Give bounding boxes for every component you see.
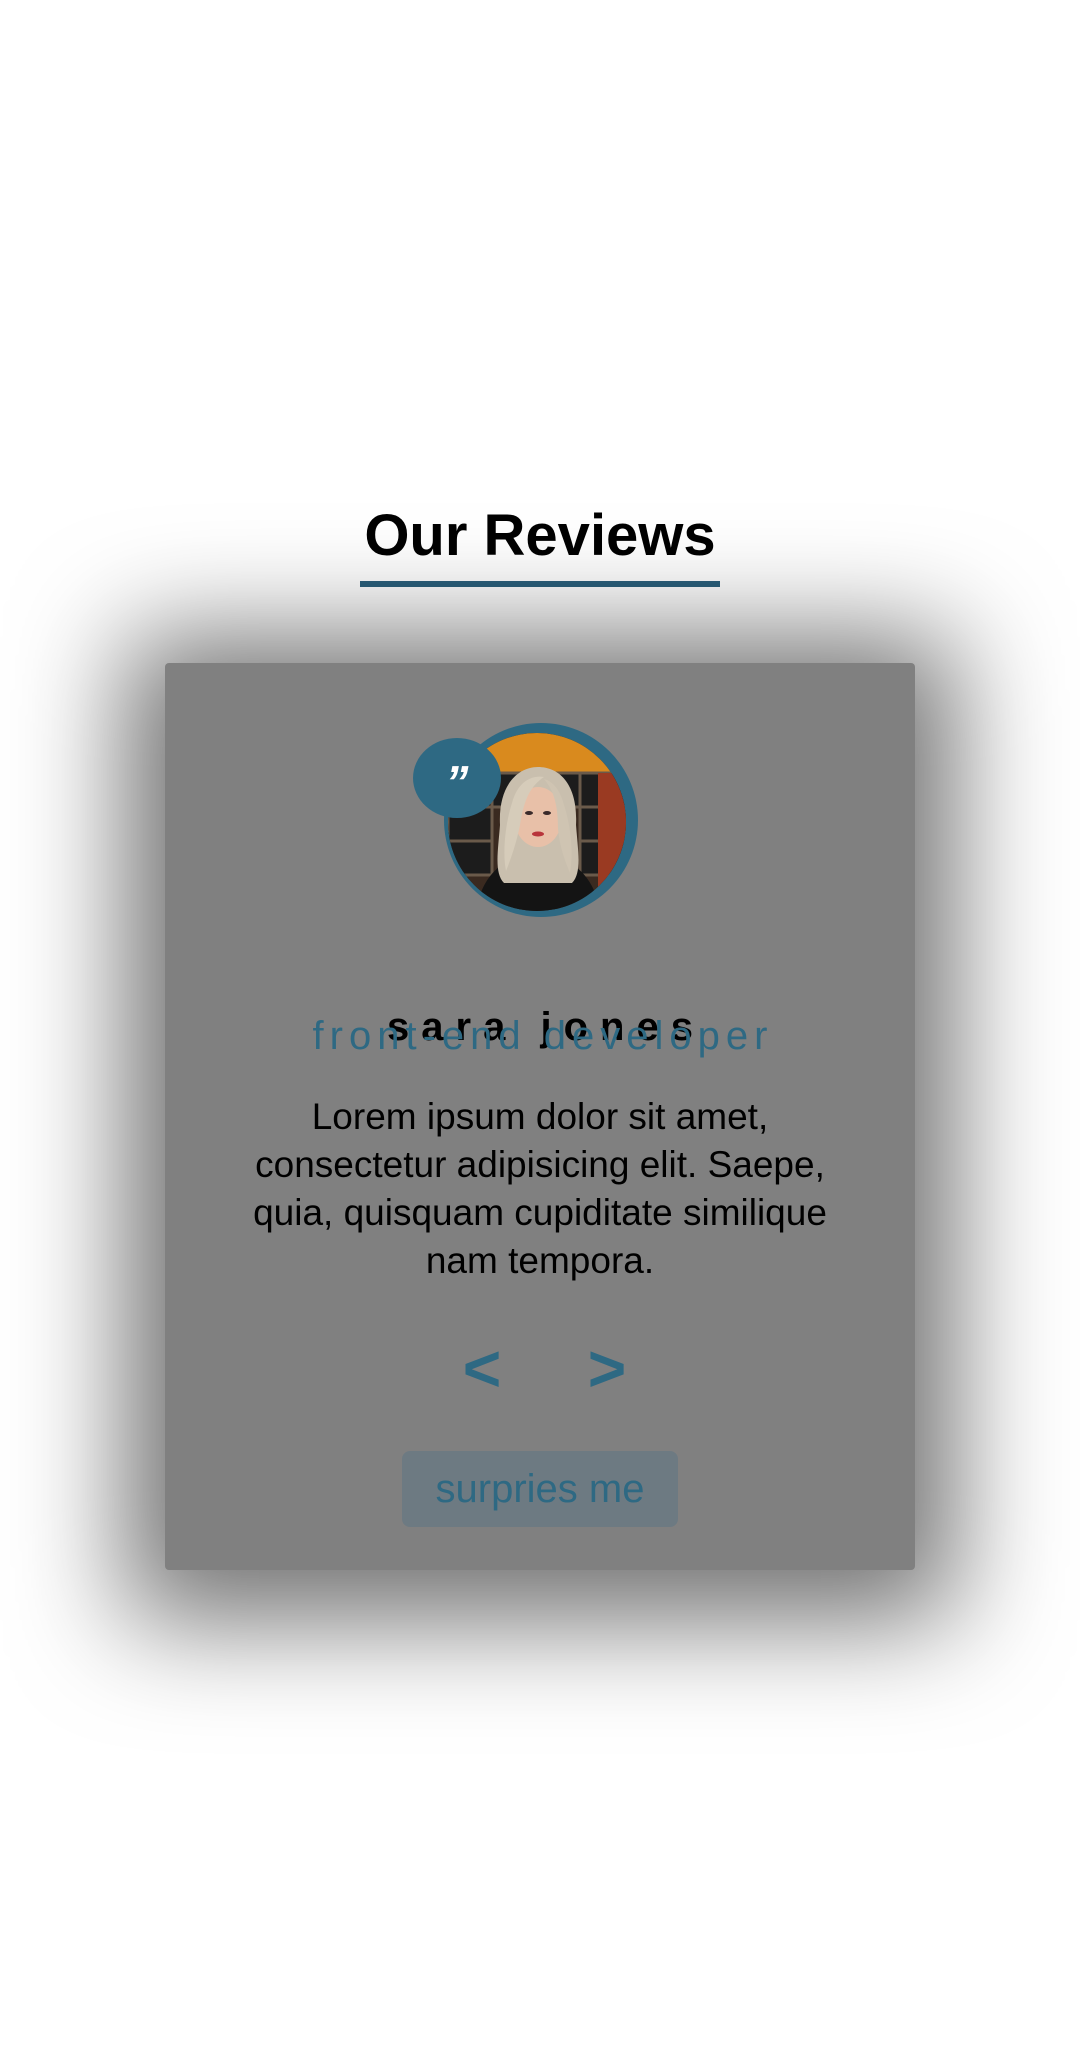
- quote-glyph: ”: [445, 756, 469, 808]
- next-button[interactable]: >: [577, 1333, 637, 1403]
- review-card: ” sara jones front-end developer Lorem i…: [165, 663, 915, 1570]
- page-title: Our Reviews: [364, 503, 716, 568]
- prev-button[interactable]: <: [452, 1333, 512, 1403]
- quote-icon: ”: [413, 738, 501, 818]
- author-job: front-end developer: [312, 1014, 774, 1058]
- title-underline: [360, 581, 720, 587]
- section-title-wrap: Our Reviews: [0, 500, 1080, 572]
- review-text: Lorem ipsum dolor sit amet, consectetur …: [253, 1096, 827, 1281]
- page: Our Reviews ” sara jones front-end devel…: [0, 0, 1080, 2061]
- surprise-me-button[interactable]: surpries me: [402, 1451, 678, 1527]
